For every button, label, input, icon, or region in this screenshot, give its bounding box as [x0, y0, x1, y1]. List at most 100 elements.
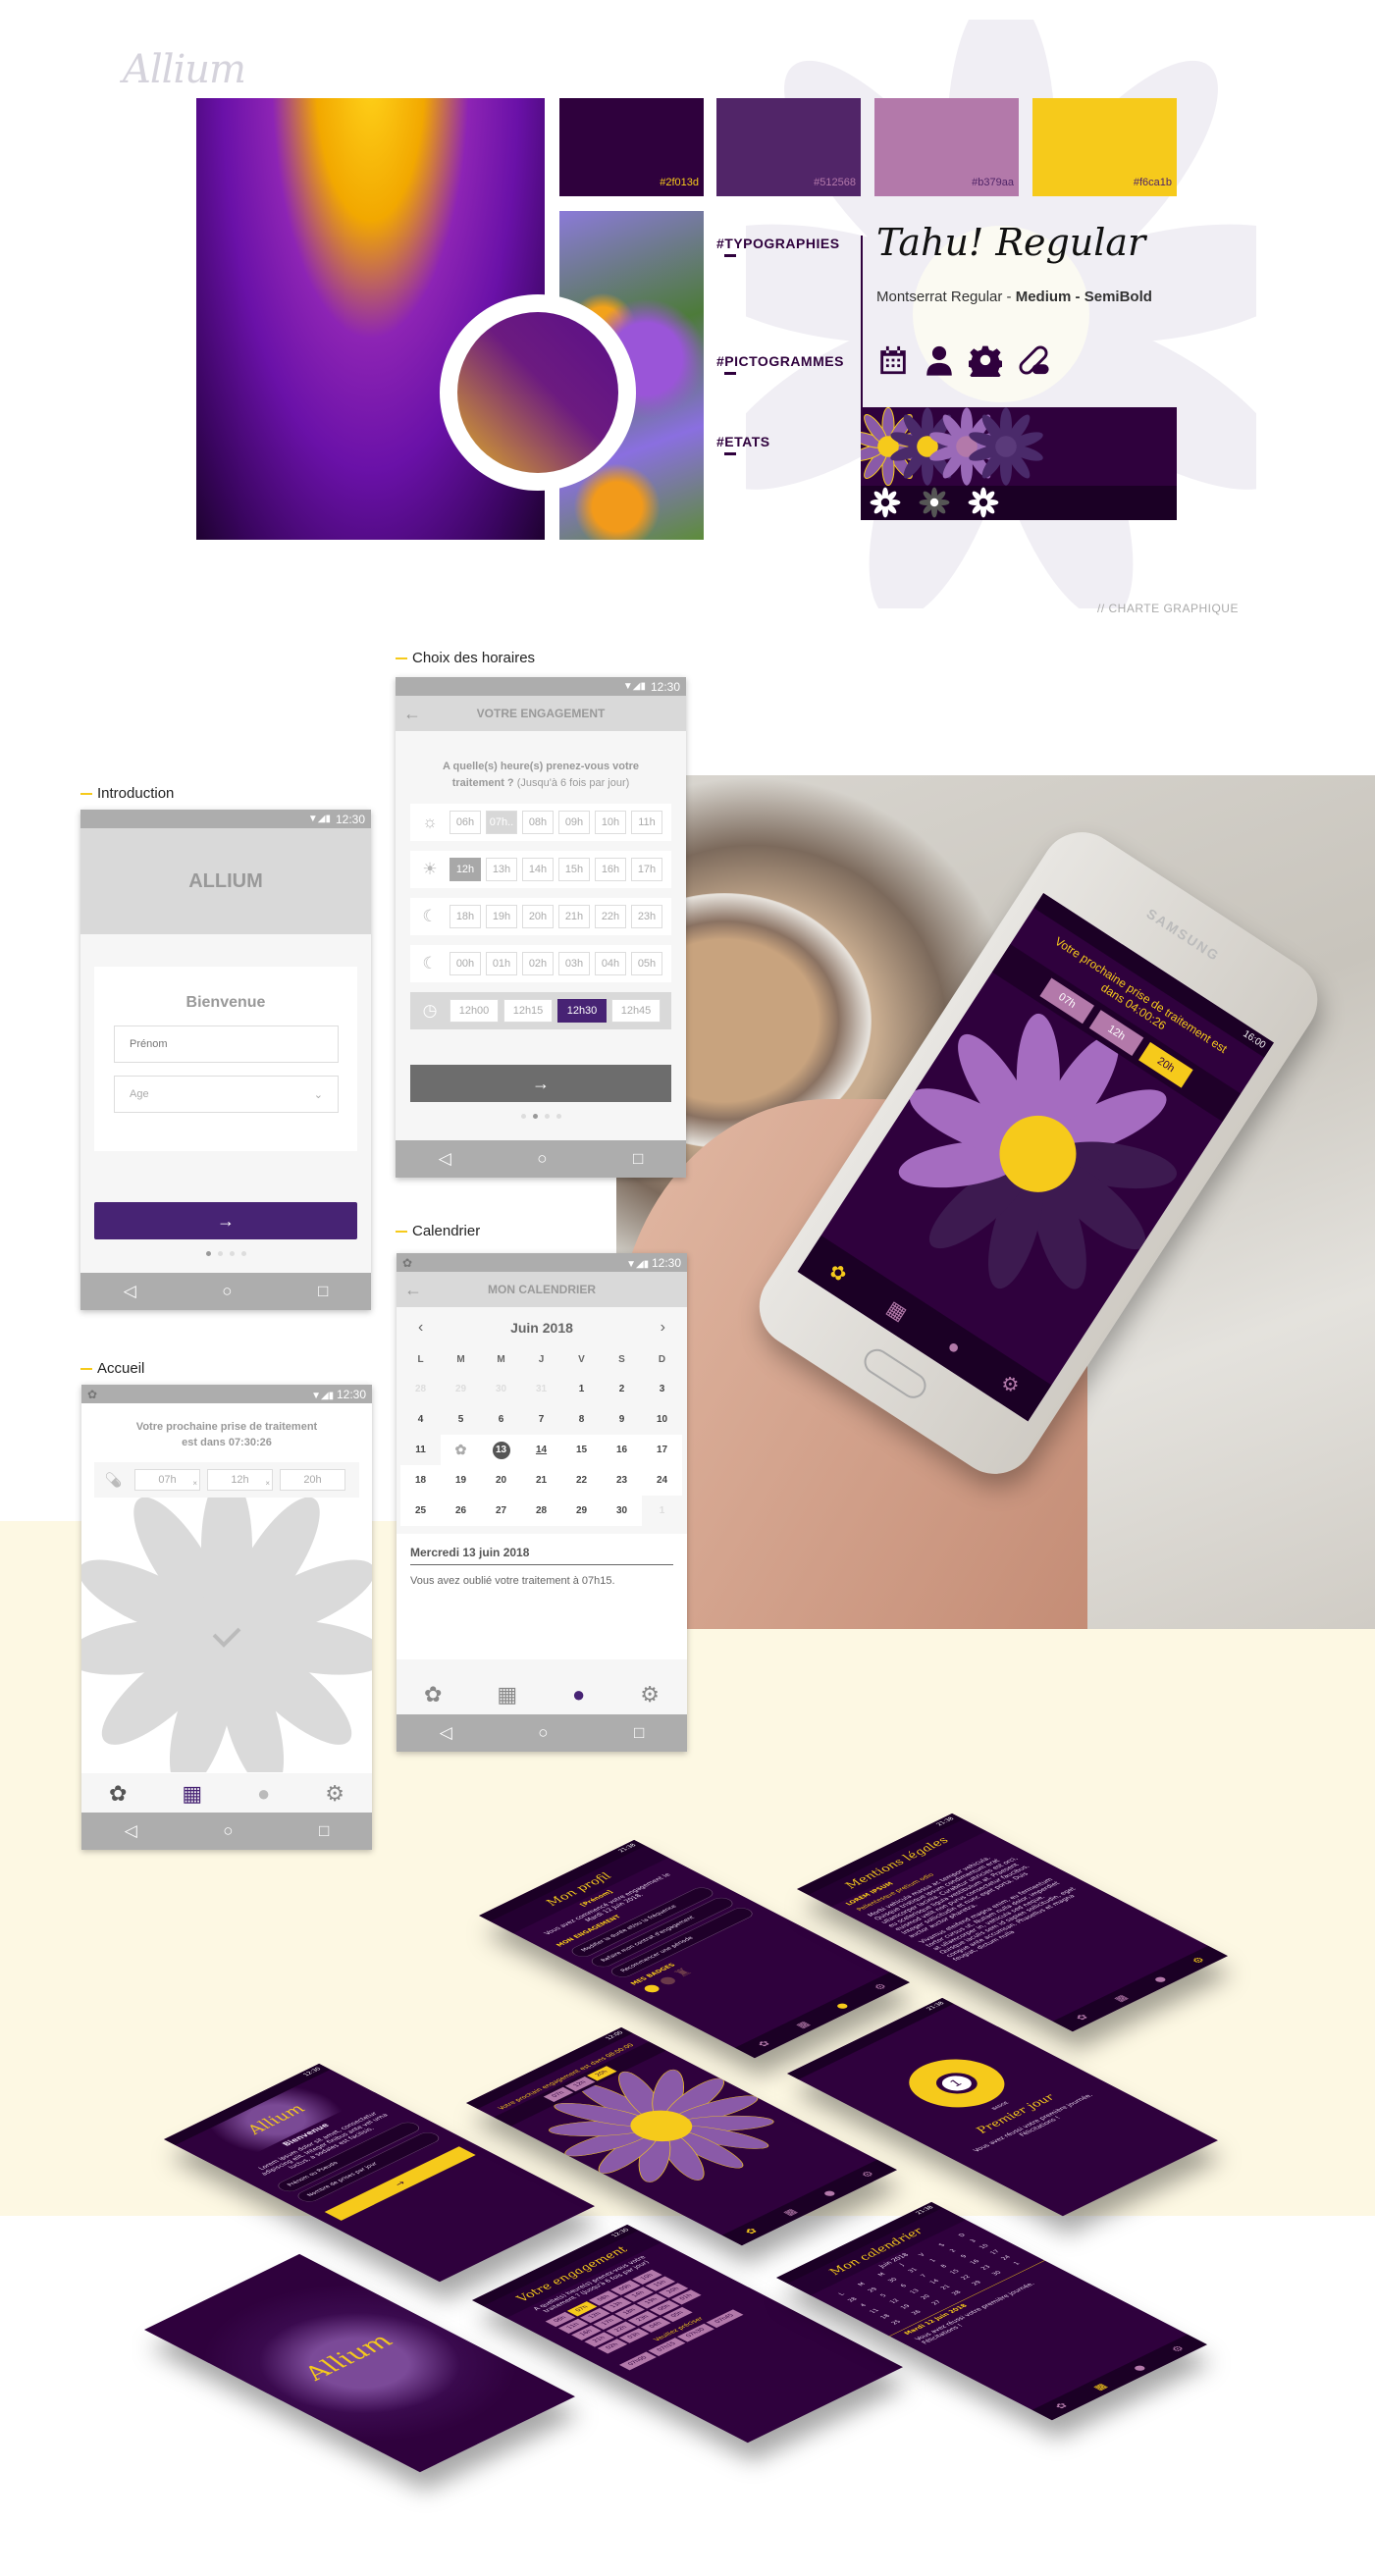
- calendar-day[interactable]: 21: [521, 1465, 561, 1496]
- hour-chip[interactable]: 19h: [486, 905, 517, 928]
- hour-chip[interactable]: 21h: [558, 905, 590, 928]
- calendar-day[interactable]: 26: [441, 1496, 481, 1526]
- calendar-tab-icon[interactable]: ▦: [497, 1682, 517, 1708]
- dose-chip[interactable]: 12h ×: [207, 1469, 273, 1491]
- settings-tab-icon[interactable]: ⚙: [858, 2170, 877, 2180]
- hour-chip[interactable]: 10h: [595, 811, 626, 834]
- calendar-day[interactable]: 25: [400, 1496, 441, 1526]
- hour-chip[interactable]: 07h..: [486, 811, 517, 834]
- profile-tab-icon[interactable]: ●: [257, 1781, 270, 1807]
- profile-tab-icon[interactable]: ●: [820, 2188, 838, 2198]
- calendar-day[interactable]: 16: [602, 1435, 642, 1465]
- back-nav-icon[interactable]: ◁: [439, 1149, 451, 1169]
- calendar-tab-icon[interactable]: ▦: [793, 2020, 813, 2029]
- profile-tab-icon[interactable]: ●: [572, 1682, 585, 1708]
- calendar-day[interactable]: 3: [642, 1374, 682, 1404]
- next-button[interactable]: →: [410, 1065, 671, 1102]
- settings-tab-icon[interactable]: ⚙: [996, 1369, 1025, 1399]
- hour-chip[interactable]: 16h: [595, 858, 626, 881]
- home-nav-icon[interactable]: ○: [537, 1149, 547, 1169]
- hour-chip[interactable]: 23h: [631, 905, 662, 928]
- hour-chip[interactable]: 17h: [631, 858, 662, 881]
- home-nav-icon[interactable]: ○: [222, 1282, 232, 1301]
- hour-chip[interactable]: 04h: [595, 952, 626, 975]
- profile-tab-icon[interactable]: ●: [1130, 2363, 1148, 2373]
- dose-chip[interactable]: 07h ×: [134, 1469, 200, 1491]
- calendar-day[interactable]: 22: [561, 1465, 602, 1496]
- settings-tab-icon[interactable]: ⚙: [325, 1781, 344, 1807]
- calendar-day[interactable]: ✿: [441, 1435, 481, 1465]
- next-month-button[interactable]: ›: [661, 1319, 665, 1337]
- calendar-day[interactable]: 30: [602, 1496, 642, 1526]
- calendar-day[interactable]: 2: [602, 1374, 642, 1404]
- prenom-input[interactable]: [114, 1025, 339, 1063]
- calendar-day[interactable]: 5: [441, 1404, 481, 1435]
- hour-chip[interactable]: 15h: [558, 858, 590, 881]
- calendar-day[interactable]: 18: [400, 1465, 441, 1496]
- calendar-day[interactable]: 29: [561, 1496, 602, 1526]
- settings-tab-icon[interactable]: ⚙: [871, 1982, 890, 1992]
- settings-tab-icon[interactable]: ⚙: [1189, 1956, 1208, 1966]
- prev-month-button[interactable]: ‹: [418, 1319, 423, 1337]
- calendar-day[interactable]: 11: [400, 1435, 441, 1465]
- hour-chip[interactable]: 01h: [486, 952, 517, 975]
- calendar-day[interactable]: 24: [642, 1465, 682, 1496]
- hour-chip[interactable]: 06h: [450, 811, 481, 834]
- profile-tab-icon[interactable]: ●: [943, 1335, 965, 1360]
- age-select[interactable]: Age ⌄: [114, 1076, 339, 1113]
- hour-chip[interactable]: 20h: [522, 905, 554, 928]
- calendar-day[interactable]: 8: [561, 1404, 602, 1435]
- calendar-day[interactable]: 10: [642, 1404, 682, 1435]
- minute-chip[interactable]: 12h45: [611, 999, 661, 1023]
- calendar-day[interactable]: 27: [481, 1496, 521, 1526]
- calendar-tab-icon[interactable]: ▦: [882, 1295, 911, 1326]
- home-nav-icon[interactable]: ○: [538, 1723, 548, 1743]
- calendar-day[interactable]: 7: [521, 1404, 561, 1435]
- calendar-day[interactable]: 19: [441, 1465, 481, 1496]
- back-nav-icon[interactable]: ◁: [124, 1282, 136, 1301]
- recents-nav-icon[interactable]: □: [634, 1723, 644, 1743]
- calendar-day[interactable]: 6: [481, 1404, 521, 1435]
- calendar-day[interactable]: 30: [481, 1374, 521, 1404]
- recents-nav-icon[interactable]: □: [319, 1821, 329, 1841]
- calendar-day[interactable]: 9: [602, 1404, 642, 1435]
- flower-tab-icon[interactable]: ✿: [1073, 2013, 1091, 2023]
- calendar-day[interactable]: 20: [481, 1465, 521, 1496]
- hour-chip[interactable]: 02h: [522, 952, 554, 975]
- hour-chip[interactable]: 13h: [486, 858, 517, 881]
- flower-tab-icon[interactable]: ✿: [755, 2039, 773, 2049]
- calendar-tab-icon[interactable]: ▦: [182, 1781, 202, 1807]
- calendar-day[interactable]: 28: [400, 1374, 441, 1404]
- calendar-day[interactable]: 1: [642, 1496, 682, 1526]
- next-button[interactable]: →: [94, 1202, 357, 1239]
- settings-tab-icon[interactable]: ⚙: [1168, 2344, 1188, 2354]
- calendar-day[interactable]: 4: [400, 1404, 441, 1435]
- flower-tab-icon[interactable]: ✿: [109, 1781, 127, 1807]
- recents-nav-icon[interactable]: □: [318, 1282, 328, 1301]
- hour-chip[interactable]: 18h: [450, 905, 481, 928]
- flower-tab-icon[interactable]: ✿: [1052, 2401, 1071, 2411]
- calendar-day[interactable]: 28: [521, 1496, 561, 1526]
- hour-chip[interactable]: 00h: [450, 952, 481, 975]
- calendar-day[interactable]: 15: [561, 1435, 602, 1465]
- dose-chip[interactable]: 20h: [280, 1469, 345, 1491]
- calendar-tab-icon[interactable]: ▦: [780, 2207, 800, 2217]
- hour-chip[interactable]: 09h: [558, 811, 590, 834]
- back-arrow-icon[interactable]: ←: [403, 704, 421, 724]
- minute-chip[interactable]: 12h00: [450, 999, 499, 1023]
- calendar-day[interactable]: 14: [521, 1435, 561, 1465]
- hour-chip[interactable]: 03h: [558, 952, 590, 975]
- settings-tab-icon[interactable]: ⚙: [640, 1682, 660, 1708]
- hour-chip[interactable]: 08h: [522, 811, 554, 834]
- recents-nav-icon[interactable]: □: [633, 1149, 643, 1169]
- hour-chip[interactable]: 22h: [595, 905, 626, 928]
- hour-chip[interactable]: 05h: [631, 952, 662, 975]
- hour-chip[interactable]: 11h: [631, 811, 662, 834]
- flower-tab-icon[interactable]: ✿: [424, 1682, 442, 1708]
- minute-chip[interactable]: 12h30: [557, 999, 607, 1023]
- calendar-tab-icon[interactable]: ▦: [1111, 1993, 1131, 2003]
- back-arrow-icon[interactable]: ←: [404, 1280, 422, 1300]
- back-nav-icon[interactable]: ◁: [125, 1821, 137, 1841]
- flower-tab-icon[interactable]: ✿: [742, 2227, 761, 2236]
- calendar-tab-icon[interactable]: ▦: [1090, 2382, 1110, 2392]
